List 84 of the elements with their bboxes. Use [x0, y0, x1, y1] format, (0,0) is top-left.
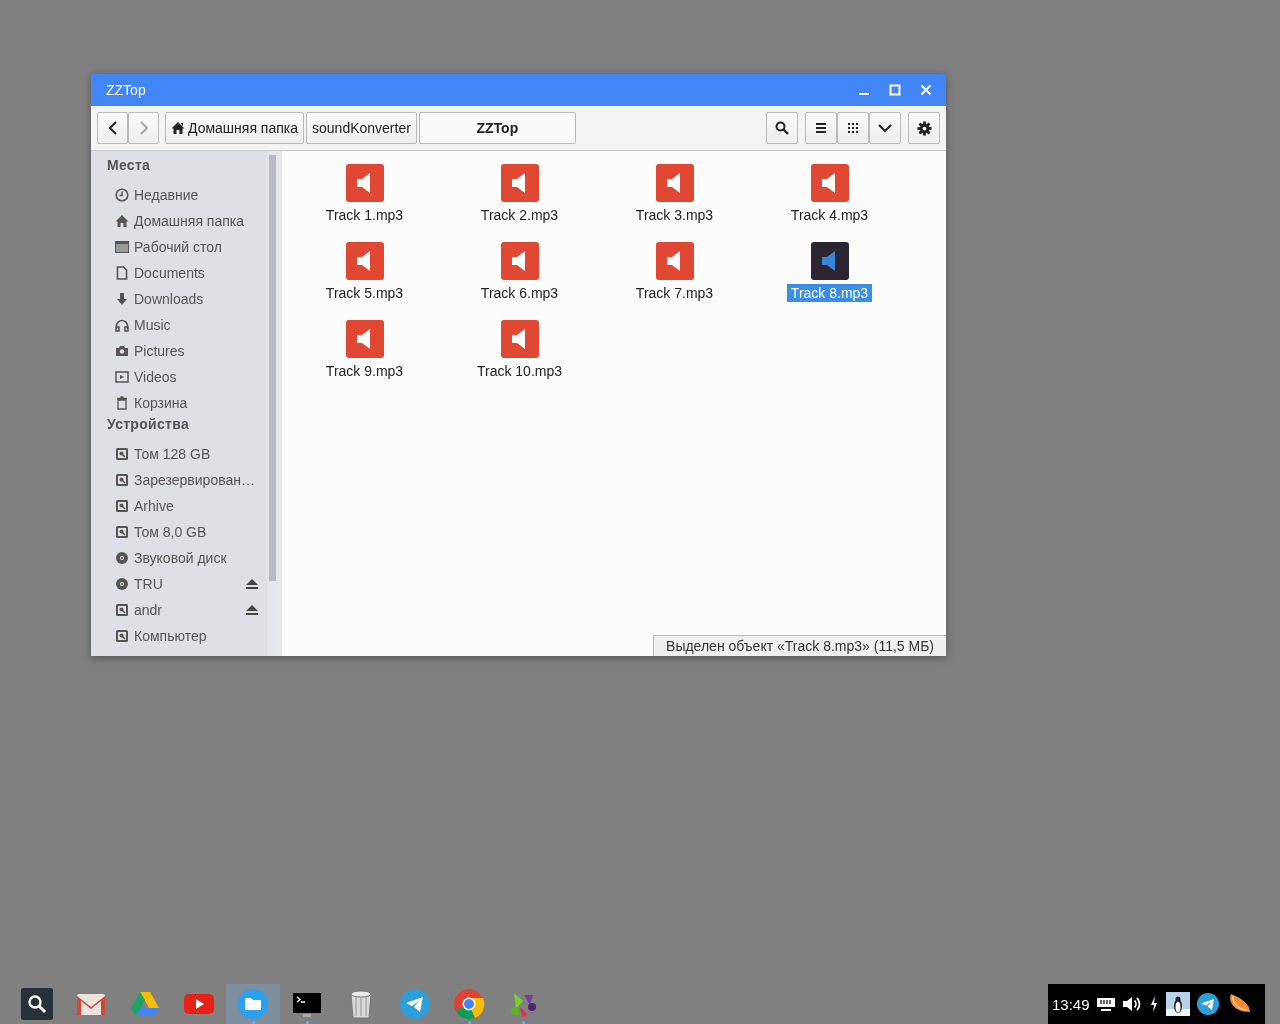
- browser-app-icon[interactable]: [452, 987, 486, 1021]
- drive-icon: [115, 473, 129, 487]
- running-indicator: [251, 1021, 255, 1024]
- sidebar-item[interactable]: Корзина: [134, 395, 267, 411]
- sidebar-item[interactable]: Videos: [134, 369, 267, 385]
- sidebar-item[interactable]: Documents: [134, 265, 267, 281]
- drive-icon: [115, 603, 129, 617]
- file-name[interactable]: Track 2.mp3: [476, 206, 563, 224]
- file-name[interactable]: Track 9.mp3: [321, 362, 408, 380]
- file-name[interactable]: Track 8.mp3: [786, 284, 873, 302]
- clock[interactable]: 13:49: [1052, 995, 1090, 1013]
- penguin-icon[interactable]: [1165, 992, 1190, 1016]
- chevron-right-icon: [138, 121, 149, 135]
- settings-button[interactable]: [908, 112, 940, 144]
- running-indicator: [521, 1021, 525, 1024]
- sidebar-item[interactable]: Зарезервирован…: [134, 472, 267, 488]
- disc-icon: [115, 577, 129, 591]
- clock-icon: [115, 188, 129, 202]
- file-name[interactable]: Track 6.mp3: [476, 284, 563, 302]
- search-icon: [775, 121, 789, 135]
- files-app-icon[interactable]: [236, 987, 270, 1021]
- sidebar-item[interactable]: Домашняя папка: [134, 213, 267, 229]
- breadcrumb-button[interactable]: Домашняя папка: [165, 112, 305, 144]
- file-name[interactable]: Track 3.mp3: [631, 206, 718, 224]
- dropdown-button[interactable]: [869, 112, 901, 144]
- sidebar-item[interactable]: Том 128 GB: [134, 446, 267, 462]
- drive-icon: [115, 499, 129, 513]
- list-icon: [815, 122, 827, 134]
- section-heading: Места: [107, 157, 152, 175]
- running-indicator: [467, 1021, 471, 1024]
- sidebar-item[interactable]: Arhive: [134, 498, 267, 514]
- document-icon: [115, 266, 129, 280]
- maximize-icon[interactable]: [889, 84, 901, 96]
- list-view-button[interactable]: [805, 112, 837, 144]
- disc-icon: [115, 551, 129, 565]
- sidebar-item[interactable]: Недавние: [134, 187, 267, 203]
- chevron-left-icon: [107, 121, 118, 135]
- caret-icon: [878, 123, 892, 133]
- trash-icon: [115, 396, 129, 410]
- telegram-app-icon[interactable]: [398, 987, 432, 1021]
- running-indicator: [305, 1021, 309, 1024]
- grid-icon: [847, 122, 859, 134]
- eject-icon[interactable]: [245, 578, 259, 590]
- audio-file-icon[interactable]: [810, 242, 849, 280]
- headphones-icon: [115, 318, 129, 332]
- breadcrumb-button[interactable]: ZZTop: [418, 112, 576, 144]
- camera-icon: [115, 344, 129, 358]
- volume-icon[interactable]: [1121, 995, 1142, 1013]
- video-icon: [115, 370, 129, 384]
- network-icon[interactable]: [1095, 996, 1116, 1012]
- breadcrumb-button[interactable]: soundKonverter: [306, 112, 417, 144]
- window-title: ZZTop: [106, 82, 146, 98]
- sidebar-item[interactable]: Music: [134, 317, 267, 333]
- telegram-icon[interactable]: [1195, 992, 1220, 1016]
- status-bar: Выделен объект «Track 8.mp3» (11,5 МБ): [653, 635, 946, 656]
- drive-icon: [115, 629, 129, 643]
- sidebar-item[interactable]: andr: [134, 602, 240, 618]
- sidebar-item[interactable]: Downloads: [134, 291, 267, 307]
- sidebar-item[interactable]: Pictures: [134, 343, 267, 359]
- eject-icon[interactable]: [245, 604, 259, 616]
- file-name[interactable]: Track 5.mp3: [321, 284, 408, 302]
- close-icon[interactable]: [920, 84, 932, 96]
- file-name[interactable]: Track 10.mp3: [472, 362, 567, 380]
- file-name[interactable]: Track 1.mp3: [321, 206, 408, 224]
- drive-icon: [115, 447, 129, 461]
- home-icon: [115, 214, 129, 228]
- download-icon: [115, 292, 129, 306]
- home-icon: [171, 121, 185, 135]
- scrollbar[interactable]: [267, 151, 278, 656]
- drive-icon: [115, 525, 129, 539]
- grid-view-button[interactable]: [837, 112, 869, 144]
- desktop-icon: [115, 240, 129, 254]
- settings-icon: [916, 120, 932, 136]
- sidebar-item[interactable]: Компьютер: [134, 628, 267, 644]
- sidebar-item[interactable]: TRU: [134, 576, 240, 592]
- sidebar-item[interactable]: Звуковой диск: [134, 550, 267, 566]
- search-button[interactable]: [766, 112, 798, 144]
- back-button[interactable]: [97, 112, 128, 144]
- file-name[interactable]: Track 7.mp3: [631, 284, 718, 302]
- search-app-icon[interactable]: [20, 987, 54, 1021]
- section-heading: Устройства: [107, 416, 191, 434]
- sidebar-item[interactable]: Том 8,0 GB: [134, 524, 267, 540]
- file-name[interactable]: Track 4.mp3: [786, 206, 873, 224]
- sidebar-item[interactable]: Рабочий стол: [134, 239, 267, 255]
